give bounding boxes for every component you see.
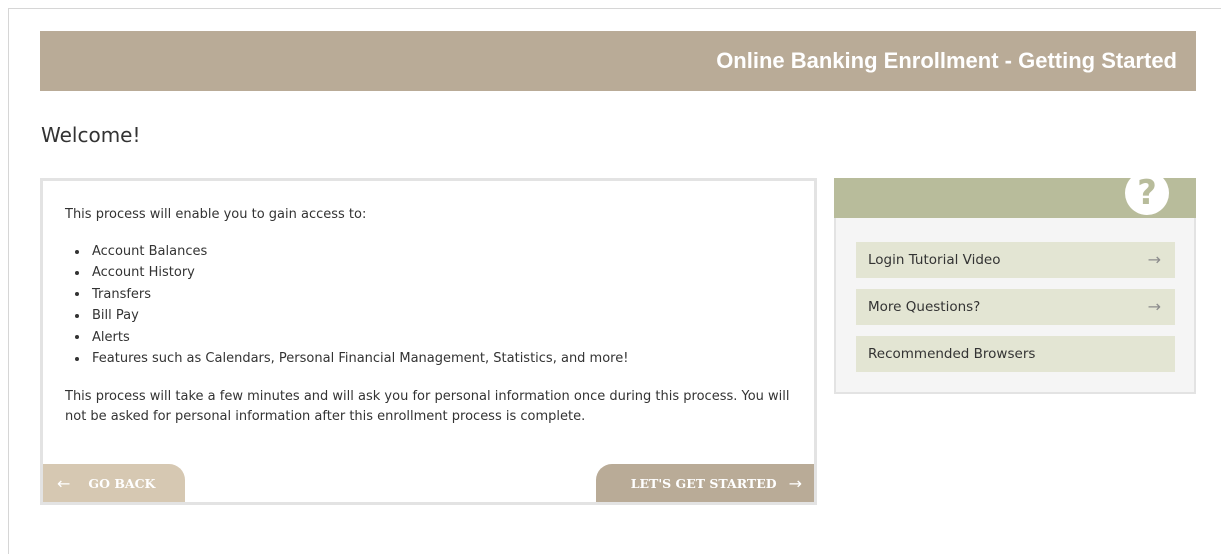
get-started-label: LET'S GET STARTED [630,475,777,491]
arrow-right-icon: → [788,473,802,493]
more-questions-link[interactable]: More Questions? → [856,289,1175,325]
question-mark-glyph: ? [1137,173,1157,213]
help-link-label: Login Tutorial Video [868,252,1001,268]
list-item: Alerts [65,327,628,348]
list-item: Account History [65,262,628,283]
help-link-label: More Questions? [868,299,981,315]
list-item: Transfers [65,284,628,305]
go-back-button[interactable]: ← GO BACK [43,464,185,502]
help-link-label: Recommended Browsers [868,346,1036,362]
arrow-right-icon: → [1147,250,1161,269]
arrow-right-icon: → [1147,297,1161,316]
page-title: Online Banking Enrollment - Getting Star… [716,48,1177,73]
recommended-browsers-link[interactable]: Recommended Browsers [856,336,1175,372]
list-item: Bill Pay [65,305,628,326]
help-panel: ? Login Tutorial Video → More Questions?… [834,171,1196,394]
welcome-heading: Welcome! [41,123,141,147]
list-item: Account Balances [65,241,628,262]
list-item: Features such as Calendars, Personal Fin… [65,348,628,369]
outro-text: This process will take a few minutes and… [65,389,790,424]
arrow-left-icon: ← [57,473,71,493]
go-back-label: GO BACK [88,475,156,491]
get-started-button[interactable]: LET'S GET STARTED → [596,464,814,502]
header-bar: Online Banking Enrollment - Getting Star… [40,31,1196,91]
question-mark-icon: ? [1125,171,1169,215]
help-panel-header: ? [834,171,1196,218]
enrollment-info-box: This process will enable you to gain acc… [40,178,817,505]
login-tutorial-video-link[interactable]: Login Tutorial Video → [856,242,1175,278]
feature-list: Account Balances Account History Transfe… [65,241,628,369]
intro-text: This process will enable you to gain acc… [65,207,367,222]
